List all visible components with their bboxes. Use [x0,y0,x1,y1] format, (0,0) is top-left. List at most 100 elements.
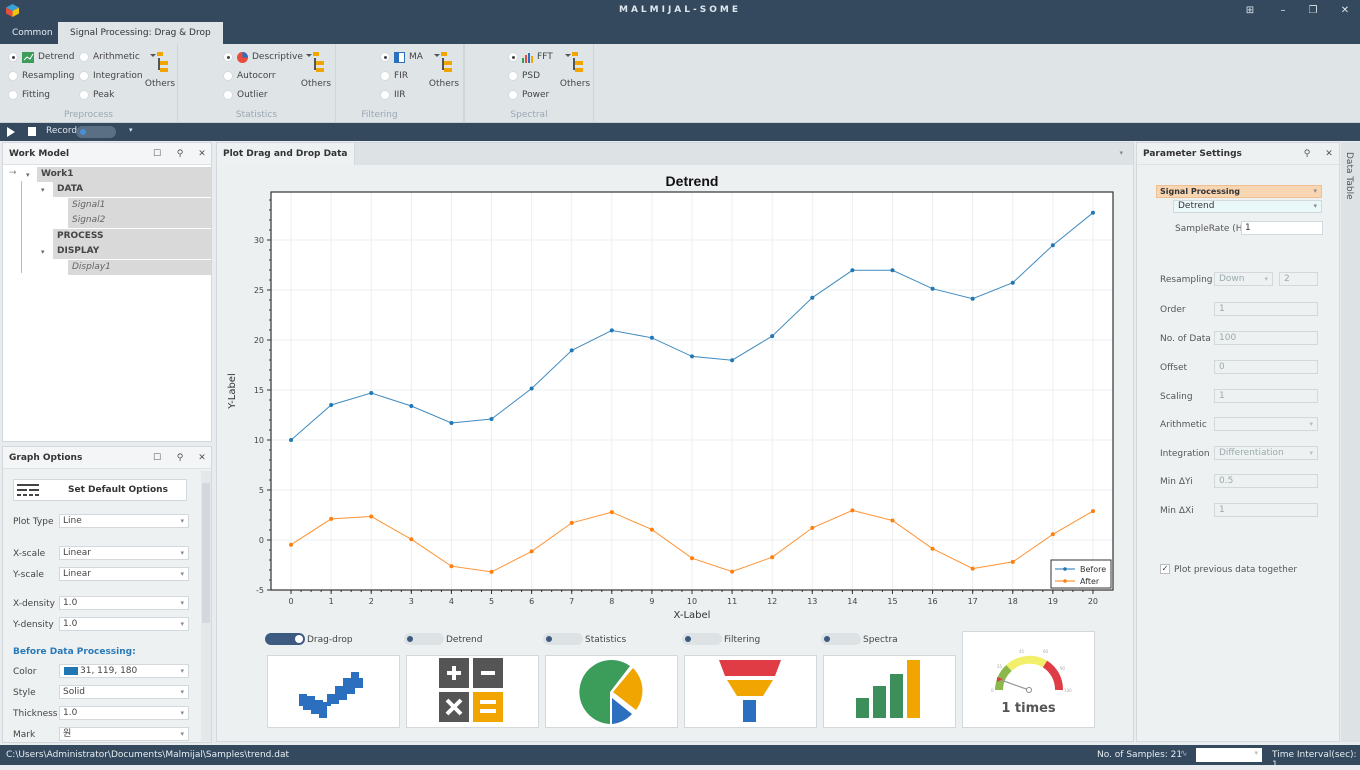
set-default-options-button[interactable]: Set Default Options [13,479,187,501]
radio-descriptive[interactable]: Descriptive [223,50,303,64]
radio-integration[interactable]: Integration [79,69,143,83]
min-dyi-input[interactable]: 0.5 [1214,474,1318,488]
tree-item-display1[interactable]: Display1 [68,260,211,275]
close-icon[interactable]: ✕ [1323,148,1335,160]
record-toolbar: Record ▾ [0,123,1360,141]
others-button-preprocess[interactable]: Others [142,50,178,100]
integration-select[interactable]: Differentiation [1214,446,1318,460]
tree-item-signal2[interactable]: Signal2 [68,213,211,228]
calculator-icon [439,658,503,722]
radio-power[interactable]: Power [508,88,549,102]
x-tick-label: 9 [649,597,654,606]
tree-item-process[interactable]: PROCESS [53,229,211,244]
radio-fir[interactable]: FIR [380,69,408,83]
file-path: C:\Users\Administrator\Documents\Malmija… [6,750,289,760]
panel-menu-icon[interactable]: ▾ [1119,149,1123,157]
radio-iir[interactable]: IIR [380,88,406,102]
scaling-input[interactable]: 1 [1214,389,1318,403]
toggle-detrend[interactable] [404,633,444,645]
tree-item-signal1[interactable]: Signal1 [68,198,211,213]
order-input[interactable]: 1 [1214,302,1318,316]
category-select[interactable]: Signal Processing ▾ [1156,185,1322,198]
resampling-mode-select[interactable]: Down [1214,272,1273,286]
min-dxi-input[interactable]: 1 [1214,503,1318,517]
resampling-factor-input[interactable]: 2 [1279,272,1318,286]
no-of-data-input[interactable]: 100 [1214,331,1318,345]
thickness-select[interactable]: 1.0 [59,706,189,720]
x-density-select[interactable]: 1.0 [59,596,189,610]
tab-signal-processing[interactable]: Signal Processing: Drag & Drop [58,22,223,44]
scrollbar[interactable] [201,471,211,741]
caret-down-icon[interactable]: ▾ [41,186,45,194]
toggle-label: Statistics [585,635,627,645]
radio-ma[interactable]: MA [380,50,423,64]
others-button-statistics[interactable]: Others [298,50,334,100]
plot-type-select[interactable]: Line [59,514,189,528]
play-button[interactable] [7,127,15,137]
layout-icon[interactable]: ⊞ [1243,4,1257,18]
tree-item-work1[interactable]: Work1 [37,167,211,182]
toggle-drag-drop[interactable] [265,633,305,645]
signal-icon: ∿ [1180,749,1188,759]
plot-previous-checkbox[interactable]: ✓ [1160,564,1170,574]
arithmetic-select[interactable] [1214,417,1318,431]
minimize-button[interactable]: – [1276,4,1290,18]
close-button[interactable]: ✕ [1338,4,1352,18]
tree-item-display[interactable]: DISPLAY [53,244,211,259]
y-density-select[interactable]: 1.0 [59,617,189,631]
radio-fitting[interactable]: Fitting [8,88,50,102]
others-button-filtering[interactable]: Others [426,50,462,100]
caret-down-icon[interactable]: ▾ [26,171,30,179]
caret-down-icon[interactable]: ▾ [41,248,45,256]
close-icon[interactable]: ✕ [196,148,208,160]
data-point-after [649,527,654,532]
group-label-spectral: Spectral [510,110,548,120]
close-icon[interactable]: ✕ [196,452,208,464]
method-select[interactable]: Detrend ▾ [1173,200,1322,213]
radio-autocorr[interactable]: Autocorr [223,69,276,83]
tree-item-data[interactable]: DATA [53,182,211,197]
toolbar-dropdown-icon[interactable]: ▾ [129,126,133,134]
toggle-filtering[interactable] [682,633,722,645]
card-filtering[interactable] [684,655,817,728]
x-density-label: X-density [13,599,55,609]
others-button-spectral[interactable]: Others [557,50,593,100]
data-point-after [1010,559,1015,564]
status-select[interactable]: ▾ [1196,748,1262,762]
sample-rate-input[interactable]: 1 [1241,221,1323,235]
pin-icon[interactable]: ⚲ [174,452,186,464]
data-point-before [690,354,694,359]
card-drag-drop[interactable] [267,655,400,728]
radio-outlier[interactable]: Outlier [223,88,268,102]
data-point-before [369,391,374,395]
card-detrend[interactable] [406,655,539,728]
radio-peak[interactable]: Peak [79,88,114,102]
tab-common[interactable]: Common [0,22,65,44]
x-scale-select[interactable]: Linear [59,546,189,560]
restore-button[interactable]: ❐ [1306,4,1320,18]
color-select[interactable]: 31, 119, 180 [59,664,189,678]
toggle-statistics[interactable] [543,633,583,645]
toggle-spectra[interactable] [821,633,861,645]
mark-select[interactable]: 원 [59,727,189,741]
gauge-icon: 0 25 45 60 90 100 [991,649,1072,693]
radio-detrend[interactable]: Detrend [8,50,74,64]
pin-icon[interactable]: ⚲ [1301,148,1313,160]
radio-arithmetic[interactable]: Arithmetic [79,50,140,64]
card-statistics[interactable] [545,655,678,728]
data-table-side-tab[interactable]: Data Table [1341,142,1360,742]
radio-resampling[interactable]: Resampling [8,69,75,83]
radio-psd[interactable]: PSD [508,69,540,83]
record-toggle[interactable] [76,126,116,138]
radio-fft[interactable]: FFT [508,50,553,64]
style-select[interactable]: Solid [59,685,189,699]
maximize-icon[interactable]: ☐ [151,452,163,464]
card-spectra[interactable] [823,655,956,728]
y-tick-label: 25 [254,286,264,295]
stop-button[interactable] [28,127,36,136]
offset-input[interactable]: 0 [1214,360,1318,374]
tab-plot-drag-drop[interactable]: Plot Drag and Drop Data [217,143,355,165]
pin-icon[interactable]: ⚲ [174,148,186,160]
maximize-icon[interactable]: ☐ [151,148,163,160]
y-scale-select[interactable]: Linear [59,567,189,581]
